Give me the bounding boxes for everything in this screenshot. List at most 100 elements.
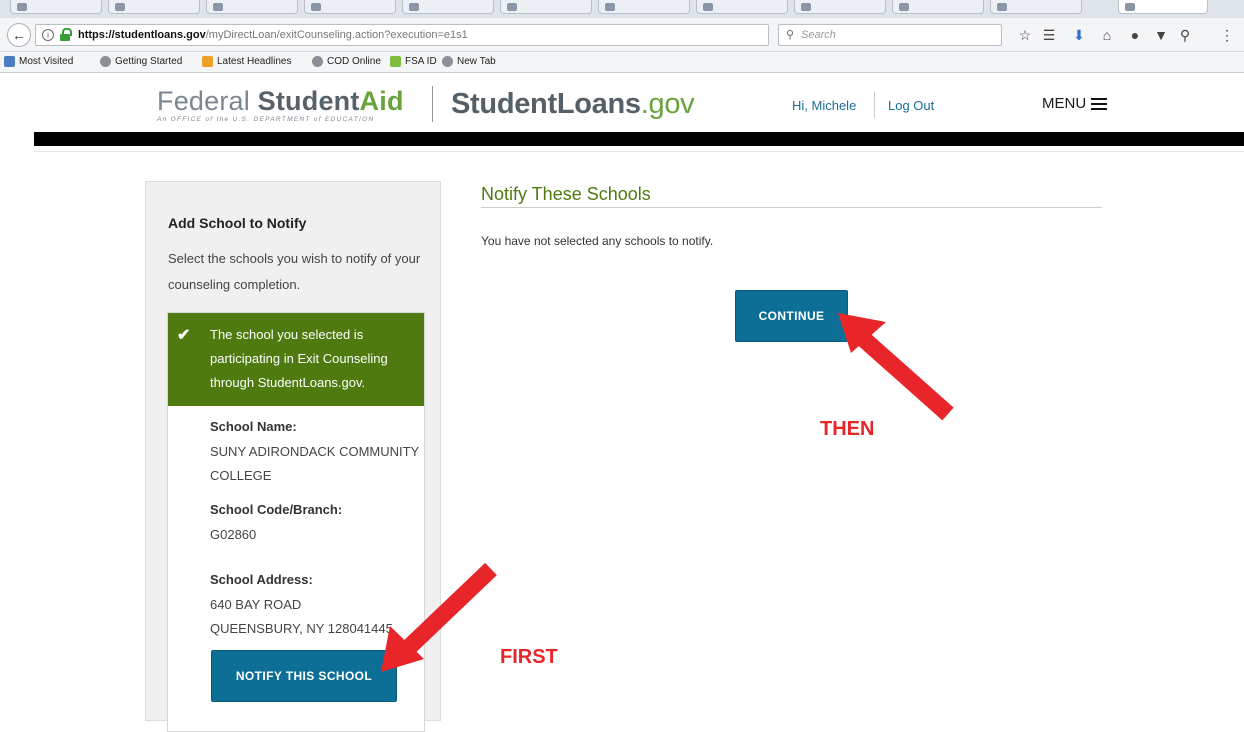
school-code-value: G02860 xyxy=(210,527,257,542)
browser-tab[interactable] xyxy=(990,0,1082,14)
search-icon: ⚲ xyxy=(786,29,795,41)
browser-tab[interactable] xyxy=(10,0,102,14)
logo-tagline: An OFFICE of the U.S. DEPARTMENT of EDUC… xyxy=(157,116,375,123)
header-rule xyxy=(34,151,1244,152)
add-school-description: Select the schools you wish to notify of… xyxy=(168,251,421,292)
globe-icon xyxy=(100,56,111,67)
bookmark-label: New Tab xyxy=(457,56,496,67)
bookmark-label: Most Visited xyxy=(19,56,74,67)
hamburger-icon xyxy=(1091,97,1108,110)
continue-button[interactable]: CONTINUE xyxy=(735,290,848,342)
logo-word-federal: Federal xyxy=(157,86,250,116)
browser-tab[interactable] xyxy=(598,0,690,14)
download-icon[interactable]: ⬇ xyxy=(1070,26,1088,44)
tab-favicon-icon xyxy=(213,3,223,11)
most-visited-icon xyxy=(4,56,15,67)
logo-word-aid: Aid xyxy=(359,86,404,116)
browser-navigation-bar: ← i https://studentloans.gov/myDirectLoa… xyxy=(0,18,1244,52)
empty-schools-message: You have not selected any schools to not… xyxy=(481,234,714,248)
tab-favicon-icon xyxy=(115,3,125,11)
info-icon[interactable]: i xyxy=(42,29,54,41)
bookmark-label: COD Online xyxy=(327,56,381,67)
browser-tab[interactable] xyxy=(206,0,298,14)
tab-favicon-icon xyxy=(997,3,1007,11)
annotation-arrow-then xyxy=(838,313,954,421)
tab-favicon-icon xyxy=(605,3,615,11)
header-link-divider xyxy=(874,92,875,118)
lock-icon[interactable] xyxy=(60,28,72,41)
success-alert: ✔ The school you selected is participati… xyxy=(168,313,424,406)
tab-favicon-icon xyxy=(409,3,419,11)
fsa-icon xyxy=(390,56,401,67)
tab-favicon-icon xyxy=(17,3,27,11)
school-name-label: School Name: xyxy=(210,419,297,434)
tab-favicon-icon xyxy=(703,3,713,11)
notify-schools-heading: Notify These Schools xyxy=(481,184,651,204)
school-address-label: School Address: xyxy=(210,572,313,587)
logout-link[interactable]: Log Out xyxy=(888,98,934,113)
header-black-bar xyxy=(34,132,1244,146)
school-address-line2: QUEENSBURY, NY 128041445 xyxy=(210,621,393,636)
bookmark-fsa-id[interactable]: FSA ID xyxy=(390,56,437,67)
browser-tab[interactable] xyxy=(696,0,788,14)
tab-favicon-icon xyxy=(311,3,321,11)
checkmark-icon: ✔ xyxy=(177,327,191,344)
school-code-label: School Code/Branch: xyxy=(210,502,343,517)
overflow-menu-icon[interactable]: ⋮ xyxy=(1218,26,1236,44)
browser-tab-active[interactable] xyxy=(1118,0,1208,14)
bookmark-star-icon[interactable]: ☆ xyxy=(1016,26,1034,44)
logo-word-student: Student xyxy=(257,86,360,116)
site-header: Federal StudentAid An OFFICE of the U.S.… xyxy=(0,74,1244,132)
rss-icon xyxy=(202,56,213,67)
search-placeholder: Search xyxy=(801,29,836,41)
globe-icon xyxy=(442,56,453,67)
add-school-panel: Add School to Notify Select the schools … xyxy=(145,181,441,732)
browser-tab[interactable] xyxy=(892,0,984,14)
pocket-icon[interactable]: ▼ xyxy=(1152,26,1170,44)
browser-tab[interactable] xyxy=(500,0,592,14)
annotation-then: THEN xyxy=(820,418,875,440)
school-name-value: SUNY ADIRONDACK COMMUNITY COLLEGE xyxy=(210,444,419,483)
studentloans-logo[interactable]: StudentLoans.gov xyxy=(451,88,695,121)
notify-this-school-button[interactable]: NOTIFY THIS SCHOOL xyxy=(211,650,397,702)
browser-tab[interactable] xyxy=(304,0,396,14)
browser-tab[interactable] xyxy=(794,0,886,14)
federal-student-aid-logo[interactable]: Federal StudentAid An OFFICE of the U.S.… xyxy=(157,86,404,123)
bookmark-most-visited[interactable]: Most Visited xyxy=(4,56,73,67)
browser-tab[interactable] xyxy=(108,0,200,14)
chat-icon[interactable]: ● xyxy=(1126,26,1144,44)
search-addon-icon[interactable]: ⚲ xyxy=(1176,26,1194,44)
add-school-title: Add School to Notify xyxy=(168,215,307,231)
user-greeting-link[interactable]: Hi, Michele xyxy=(792,98,856,113)
back-arrow-icon[interactable]: ← xyxy=(7,23,31,47)
bookmark-label: Getting Started xyxy=(115,56,183,67)
tab-favicon-icon xyxy=(507,3,517,11)
site-name: StudentLoans xyxy=(451,88,641,120)
browser-tab[interactable] xyxy=(402,0,494,14)
success-message: The school you selected is participating… xyxy=(210,327,388,390)
globe-icon xyxy=(312,56,323,67)
bookmarks-library-icon[interactable]: ☰ xyxy=(1040,26,1058,44)
bookmark-cod-online[interactable]: COD Online xyxy=(312,56,381,67)
site-tld: .gov xyxy=(640,88,695,120)
home-icon[interactable]: ⌂ xyxy=(1098,26,1116,44)
bookmark-latest-headlines[interactable]: Latest Headlines xyxy=(202,56,292,67)
bookmarks-toolbar: Most Visited Getting Started Latest Head… xyxy=(0,53,1244,73)
address-bar[interactable]: i https://studentloans.gov/myDirectLoan/… xyxy=(35,24,798,46)
bookmark-label: Latest Headlines xyxy=(217,56,292,67)
tab-favicon-icon xyxy=(1125,3,1135,11)
bookmark-getting-started[interactable]: Getting Started xyxy=(100,56,182,67)
menu-button[interactable]: MENU xyxy=(1042,95,1108,112)
school-address-line1: 640 BAY ROAD xyxy=(210,597,302,612)
menu-label: MENU xyxy=(1042,95,1087,112)
heading-rule xyxy=(481,207,1102,208)
browser-search-input[interactable]: ⚲ Search xyxy=(778,24,1002,46)
browser-tab-strip xyxy=(0,0,1244,18)
tab-favicon-icon xyxy=(899,3,909,11)
tab-favicon-icon xyxy=(801,3,811,11)
annotation-first: FIRST xyxy=(500,646,558,668)
header-divider xyxy=(432,86,433,122)
bookmark-new-tab[interactable]: New Tab xyxy=(442,56,496,67)
url-text: https://studentloans.gov/myDirectLoan/ex… xyxy=(78,29,468,41)
bookmark-label: FSA ID xyxy=(405,56,437,67)
